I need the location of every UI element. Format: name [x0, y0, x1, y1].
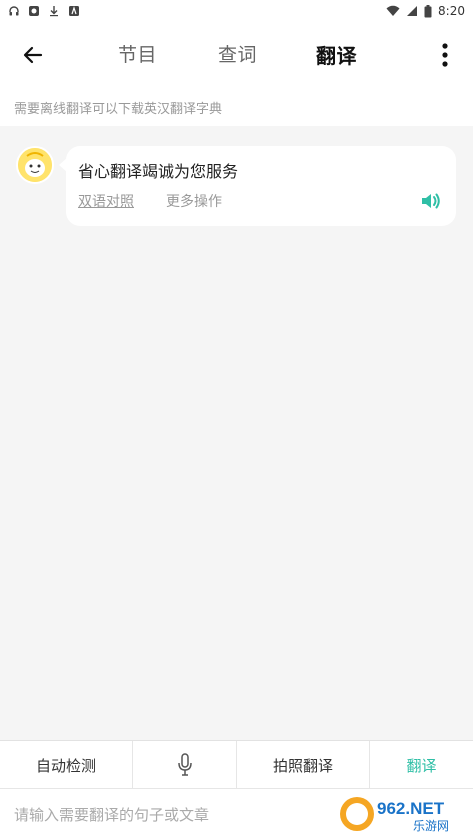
offline-hint-text: 需要离线翻译可以下载英汉翻译字典: [14, 102, 223, 117]
text-notification-icon: [69, 6, 79, 16]
chat-area: 省心翻译竭诚为您服务 双语对照 更多操作: [0, 126, 473, 740]
more-actions-link[interactable]: 更多操作: [166, 191, 222, 211]
svg-text:乐游网: 乐游网: [413, 819, 449, 833]
tab-bar: 节目 查词 翻译: [0, 22, 473, 86]
input-bar: 962.NET 乐游网: [0, 788, 473, 840]
tab-translate[interactable]: 翻译: [316, 40, 357, 69]
message-bubble: 省心翻译竭诚为您服务 双语对照 更多操作: [66, 146, 456, 226]
auto-detect-button[interactable]: 自动检测: [0, 741, 133, 789]
bilingual-compare-link[interactable]: 双语对照: [78, 191, 134, 211]
voice-input-button[interactable]: [133, 741, 237, 789]
message-text: 省心翻译竭诚为您服务: [78, 162, 239, 181]
microphone-icon: [177, 753, 192, 776]
speaker-icon: [422, 193, 440, 209]
translate-button[interactable]: 翻译: [370, 741, 473, 789]
status-time: 8:20: [438, 4, 465, 18]
svg-text:962.NET: 962.NET: [377, 799, 445, 818]
monkey-avatar-icon: [18, 148, 52, 182]
more-vertical-icon: [442, 43, 448, 67]
translate-label: 翻译: [406, 756, 437, 775]
wifi-icon: [386, 5, 400, 16]
translation-input[interactable]: [14, 805, 314, 824]
bottom-toolbar: 自动检测 拍照翻译 翻译: [0, 740, 473, 789]
tab-programs[interactable]: 节目: [118, 40, 157, 67]
photo-translate-button[interactable]: 拍照翻译: [237, 741, 370, 789]
headset-icon: [9, 6, 19, 16]
battery-icon: [424, 4, 432, 17]
status-left-icons: [8, 5, 80, 17]
download-icon: [50, 6, 58, 17]
avatar: [16, 146, 54, 184]
more-menu-button[interactable]: [433, 40, 457, 70]
offline-hint-banner[interactable]: 需要离线翻译可以下载英汉翻译字典: [0, 86, 473, 126]
watermark-logo: 962.NET 乐游网: [340, 797, 449, 833]
speaker-button[interactable]: [420, 191, 442, 211]
signal-icon: [407, 6, 418, 16]
auto-detect-label: 自动检测: [35, 756, 96, 775]
top-navigation-bar: 节目 查词 翻译: [0, 22, 473, 86]
tab-dictionary[interactable]: 查词: [218, 40, 257, 67]
app-notification-icon: [29, 6, 39, 16]
status-right-icons: 8:20: [386, 4, 465, 18]
status-bar: 8:20: [0, 0, 473, 22]
photo-translate-label: 拍照翻译: [272, 756, 333, 775]
